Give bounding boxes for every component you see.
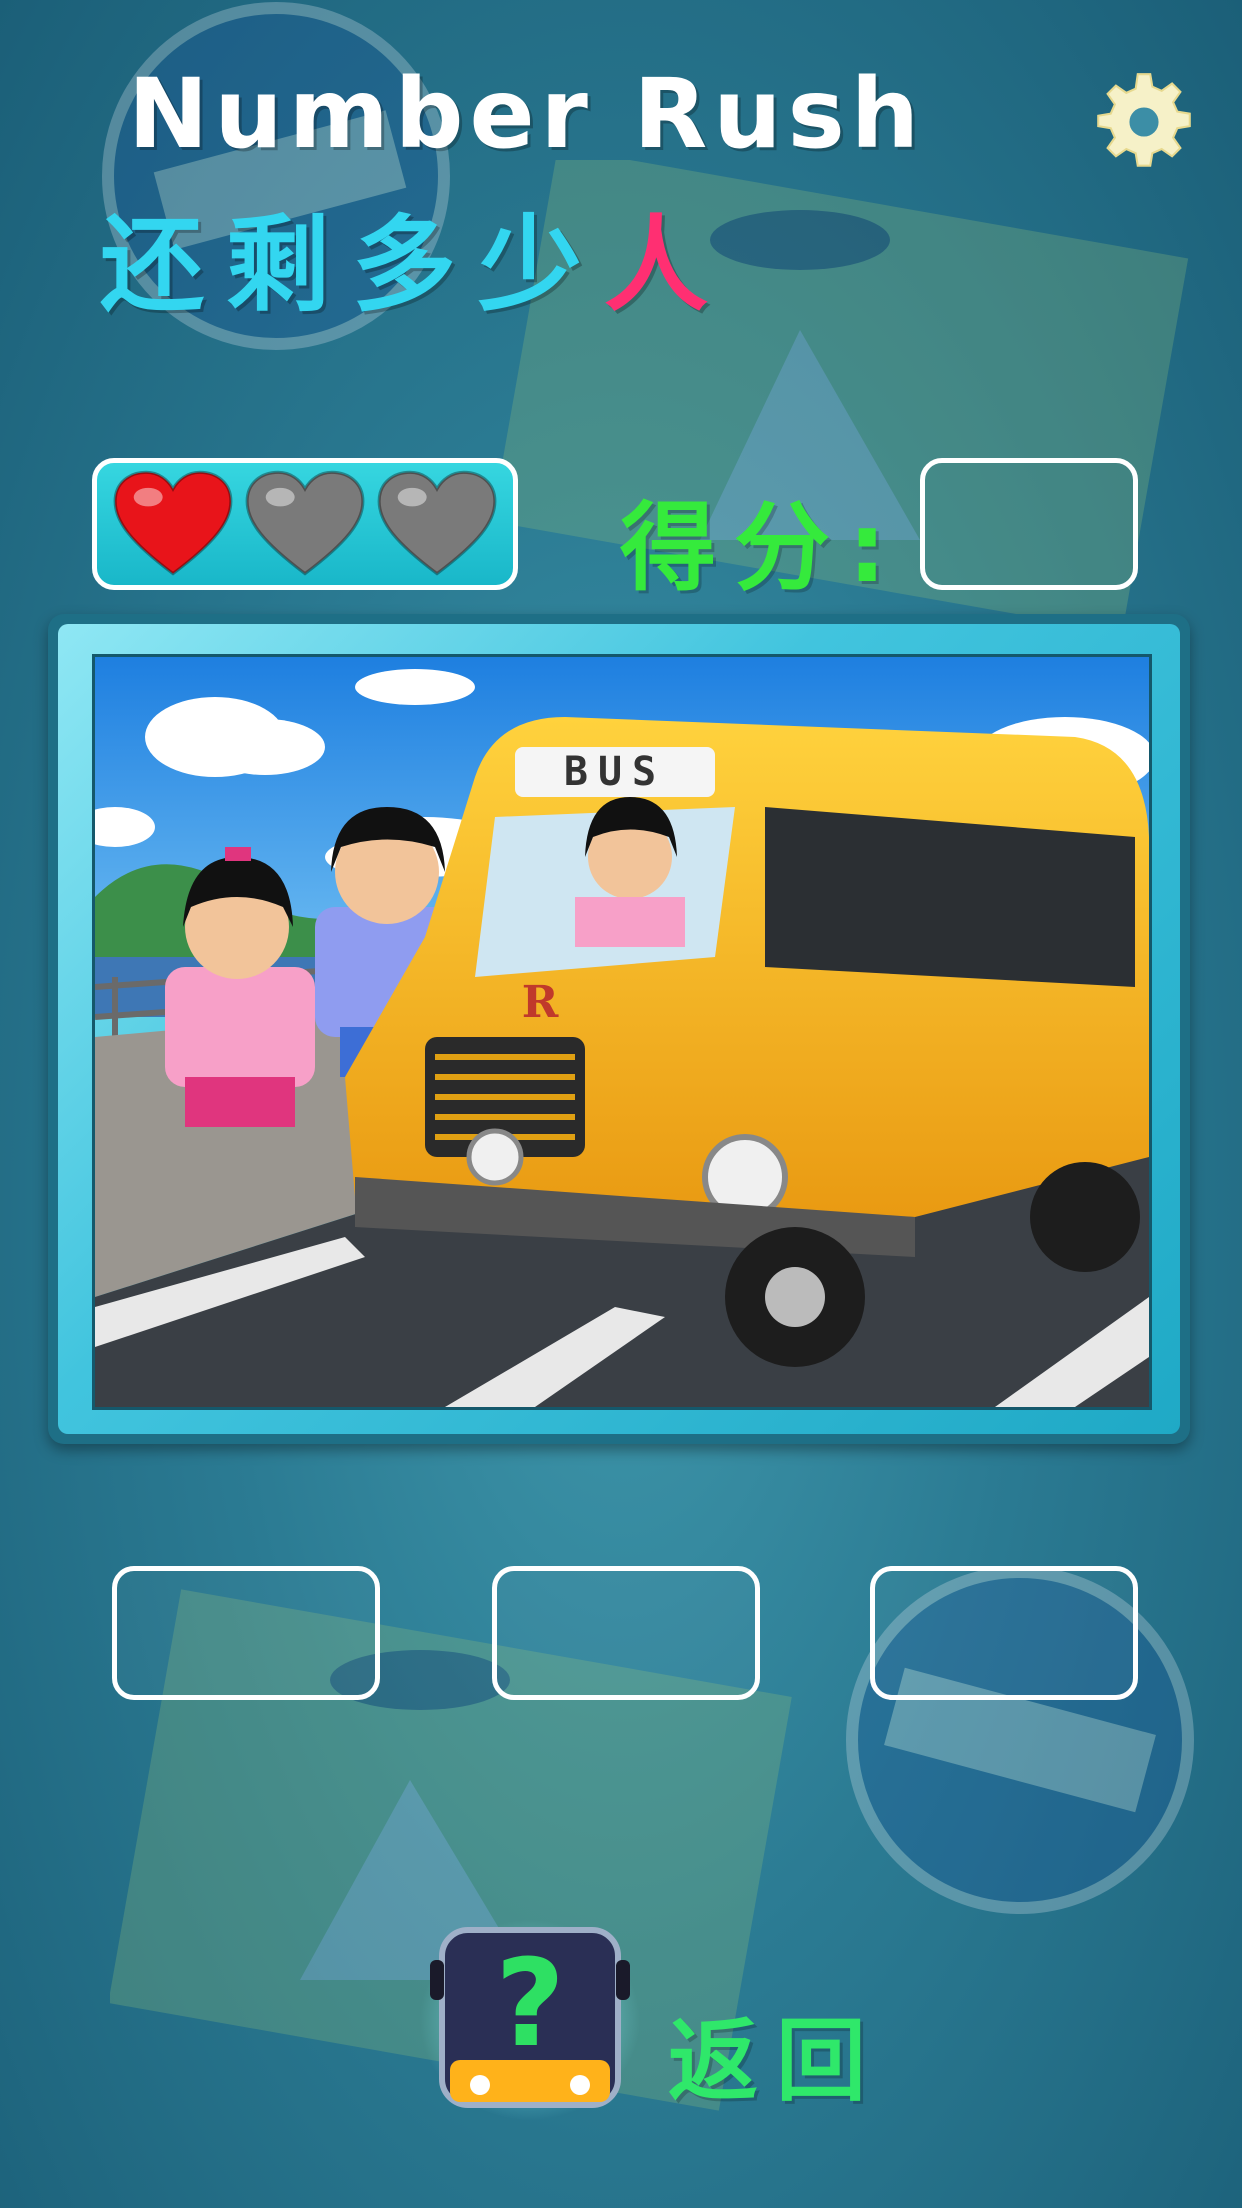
back-button[interactable]: 返回 <box>668 1988 884 2118</box>
title-chinese-main: 还剩多少 <box>100 204 605 326</box>
score-label: 得分: <box>620 492 905 604</box>
game-title-chinese: 还剩多少人 <box>100 180 730 331</box>
answer-option-3[interactable] <box>870 1566 1138 1700</box>
answer-option-1[interactable] <box>112 1566 380 1700</box>
gear-icon[interactable] <box>1092 70 1196 174</box>
score-box <box>920 458 1138 590</box>
puzzle-scene: BUS R <box>92 654 1152 1410</box>
lives-panel <box>92 458 518 590</box>
bus-question-icon[interactable]: ? <box>420 1920 640 2120</box>
bus-stop-scene: BUS R <box>95 657 1149 1407</box>
heart-full-icon <box>113 470 233 576</box>
heart-empty-icon <box>377 470 497 576</box>
bus-sign-text: BUS <box>564 749 666 795</box>
heart-empty-icon <box>245 470 365 576</box>
game-title-english: Number Rush <box>128 58 926 170</box>
bus-emblem-text: R <box>522 977 559 1028</box>
title-chinese-accent: 人 <box>604 204 731 326</box>
puzzle-picture-frame: BUS R <box>48 614 1190 1444</box>
help-question-glyph: ? <box>495 1935 565 2074</box>
answer-option-2[interactable] <box>492 1566 760 1700</box>
